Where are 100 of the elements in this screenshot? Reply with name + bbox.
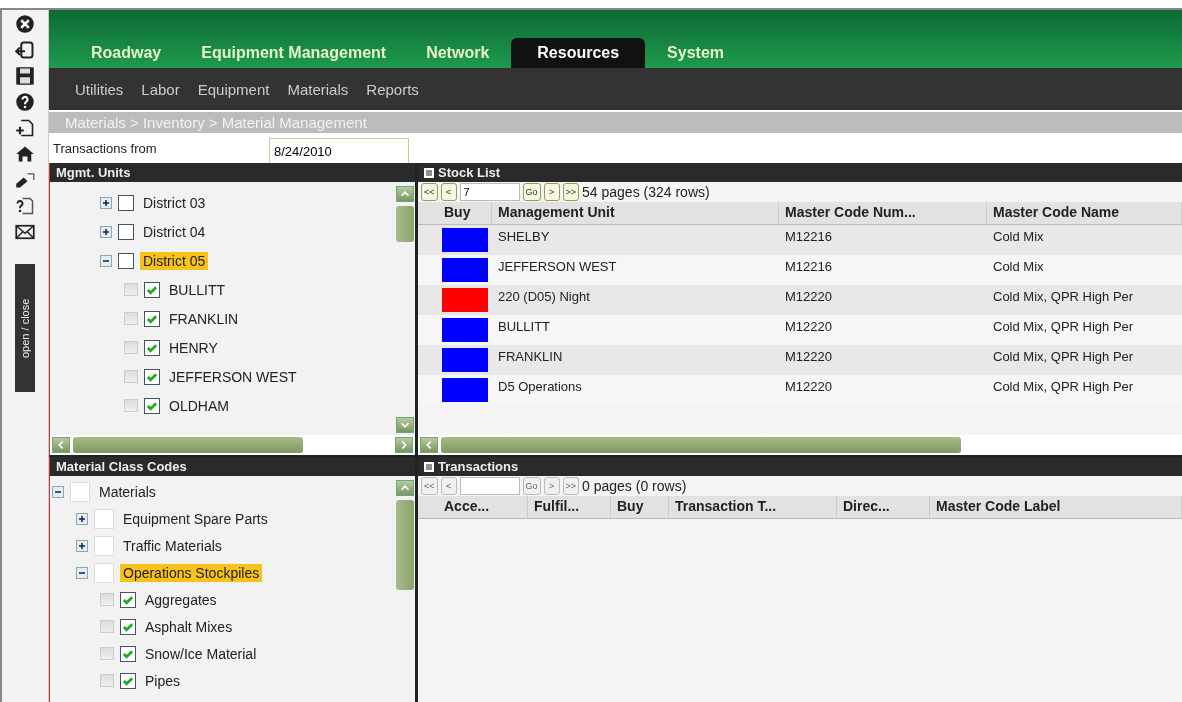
table-cell-text: M12216 bbox=[784, 258, 833, 276]
checkbox[interactable] bbox=[120, 672, 136, 689]
table-cell-text: Cold Mix bbox=[992, 228, 1045, 246]
column-header[interactable]: Master Code Label bbox=[930, 496, 1182, 518]
horizontal-scrollbar[interactable] bbox=[418, 435, 1182, 455]
horizontal-scrollbar[interactable] bbox=[50, 435, 415, 455]
panel-header: Transactions bbox=[418, 457, 1182, 476]
leaf-icon bbox=[100, 593, 114, 606]
tree-item[interactable]: Materials bbox=[96, 482, 159, 501]
tree-item[interactable]: Operations Stockpiles bbox=[120, 563, 263, 582]
tree-item[interactable]: Aggregates bbox=[142, 590, 220, 609]
date-field[interactable]: 8/24/2010 bbox=[269, 138, 409, 164]
previous-page-button[interactable]: < bbox=[440, 183, 457, 201]
column-header[interactable]: Buy bbox=[438, 202, 492, 224]
scrollbar-thumb[interactable] bbox=[396, 206, 414, 242]
page-field[interactable]: 7 bbox=[459, 183, 520, 201]
expander-button[interactable] bbox=[52, 485, 64, 498]
column-header[interactable]: Direc... bbox=[837, 496, 930, 518]
scroll-up-button[interactable] bbox=[396, 480, 414, 496]
table-cell-text: BULLITT bbox=[497, 318, 551, 336]
checkbox[interactable] bbox=[144, 310, 160, 327]
table-cell-text: D5 Operations bbox=[497, 378, 583, 396]
checkbox[interactable] bbox=[144, 339, 160, 356]
first-page-button[interactable]: << bbox=[421, 183, 438, 201]
exit-icon[interactable] bbox=[15, 40, 35, 60]
scroll-left-button[interactable] bbox=[420, 437, 438, 453]
nav-tab[interactable]: Network bbox=[408, 38, 508, 68]
close-icon[interactable] bbox=[15, 14, 35, 34]
scrollbar-thumb[interactable] bbox=[396, 500, 414, 590]
scroll-right-button[interactable] bbox=[395, 437, 413, 453]
scrollbar-thumb[interactable] bbox=[73, 437, 303, 453]
add-document-icon[interactable] bbox=[15, 118, 35, 138]
table-cell-text: M12220 bbox=[784, 318, 833, 336]
scroll-left-button[interactable] bbox=[52, 437, 70, 453]
checkbox[interactable] bbox=[144, 368, 160, 385]
expander-button[interactable] bbox=[76, 566, 88, 579]
tree-item[interactable]: BULLITT bbox=[166, 280, 228, 299]
next-page-button[interactable]: > bbox=[543, 183, 560, 201]
scroll-down-button[interactable] bbox=[396, 417, 414, 433]
subnav-item[interactable]: Labor bbox=[133, 80, 188, 98]
go-button[interactable]: Go bbox=[522, 183, 541, 201]
subnav-item[interactable]: Equipment bbox=[189, 80, 278, 98]
last-page-button[interactable]: >> bbox=[562, 183, 580, 201]
expander-button[interactable] bbox=[76, 539, 88, 552]
tree-item[interactable]: Pipes bbox=[142, 671, 184, 690]
column-header[interactable]: Transaction T... bbox=[669, 496, 837, 518]
expander-button[interactable] bbox=[100, 225, 112, 238]
checkbox[interactable] bbox=[118, 223, 134, 240]
help-icon[interactable] bbox=[15, 92, 35, 112]
column-header[interactable]: Management Unit bbox=[492, 202, 779, 224]
column-header[interactable]: Fulfil... bbox=[528, 496, 611, 518]
tree-item[interactable]: HENRY bbox=[166, 338, 221, 357]
subnav-item[interactable]: Utilities bbox=[67, 80, 132, 98]
subnav-item[interactable]: Materials bbox=[279, 80, 357, 98]
scrollbar-thumb[interactable] bbox=[441, 437, 961, 453]
leaf-icon bbox=[100, 620, 114, 633]
tree-item[interactable]: District 05 bbox=[140, 251, 209, 270]
table-cell-text: Cold Mix, QPR High Per bbox=[992, 318, 1135, 336]
tree-item[interactable]: District 03 bbox=[140, 193, 209, 212]
column-header[interactable]: Master Code Num... bbox=[779, 202, 987, 224]
table-cell-text: Cold Mix, QPR High Per bbox=[992, 288, 1135, 306]
column-header[interactable]: Master Code Name bbox=[987, 202, 1182, 224]
checkbox[interactable] bbox=[118, 194, 134, 211]
checkbox[interactable] bbox=[144, 397, 160, 414]
tree-item[interactable]: Asphalt Mixes bbox=[142, 617, 236, 636]
panel-header: Mgmt. Units bbox=[50, 163, 415, 182]
nav-tab[interactable]: Roadway bbox=[73, 38, 180, 68]
expander-button[interactable] bbox=[100, 196, 112, 209]
nav-tab[interactable]: Resources bbox=[511, 38, 646, 68]
mail-icon[interactable] bbox=[15, 222, 35, 242]
subnav-item[interactable]: Reports bbox=[358, 80, 427, 98]
expander-button[interactable] bbox=[100, 254, 112, 267]
leaf-icon bbox=[124, 283, 138, 296]
edit-icon[interactable] bbox=[15, 170, 35, 190]
checkbox[interactable] bbox=[120, 591, 136, 608]
page-field[interactable] bbox=[459, 477, 520, 495]
tree-item[interactable]: Equipment Spare Parts bbox=[120, 509, 271, 528]
column-header[interactable]: Buy bbox=[611, 496, 669, 518]
open-close-toggle[interactable]: open / close bbox=[15, 264, 35, 392]
checkbox[interactable] bbox=[120, 618, 136, 635]
checkbox[interactable] bbox=[144, 281, 160, 298]
nav-tab[interactable]: System bbox=[649, 38, 743, 68]
save-icon[interactable] bbox=[15, 66, 35, 86]
column-header[interactable]: Acce... bbox=[438, 496, 528, 518]
checkbox[interactable] bbox=[118, 252, 134, 269]
home-icon[interactable] bbox=[15, 144, 35, 164]
page-summary: 54 pages (324 rows) bbox=[582, 184, 710, 200]
tree-item[interactable]: FRANKLIN bbox=[166, 309, 242, 328]
expander-button[interactable] bbox=[76, 512, 88, 525]
table-cell-text: Cold Mix bbox=[992, 258, 1045, 276]
tree-item[interactable]: Snow/Ice Material bbox=[142, 644, 260, 663]
checkbox[interactable] bbox=[120, 645, 136, 662]
tree-item[interactable]: Traffic Materials bbox=[120, 536, 225, 555]
page-summary: 0 pages (0 rows) bbox=[582, 478, 687, 494]
help-document-icon[interactable] bbox=[15, 196, 35, 216]
tree-item[interactable]: District 04 bbox=[140, 222, 209, 241]
tree-item[interactable]: OLDHAM bbox=[166, 396, 232, 415]
nav-tab[interactable]: Equipment Management bbox=[183, 38, 405, 68]
scroll-up-button[interactable] bbox=[396, 186, 414, 202]
tree-item[interactable]: JEFFERSON WEST bbox=[166, 367, 300, 386]
